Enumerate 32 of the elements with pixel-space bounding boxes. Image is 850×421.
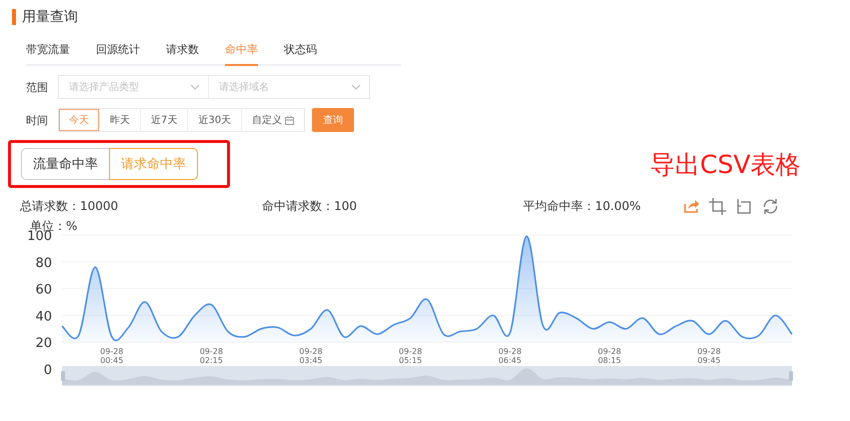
refresh-icon[interactable] xyxy=(762,198,779,214)
field-label: 范围 xyxy=(26,80,49,94)
y-axis-label: 20 xyxy=(35,336,52,352)
axis-unit-label: 单位：% xyxy=(30,218,78,233)
export-icon[interactable] xyxy=(682,198,699,214)
y-axis-label: 60 xyxy=(35,282,52,298)
title-accent-bar xyxy=(12,9,16,25)
x-axis-label: 09-28 09:45 xyxy=(697,347,721,365)
x-axis-label: 09-28 06:45 xyxy=(498,347,522,365)
x-axis-label: 09-28 02:15 xyxy=(200,347,223,365)
y-axis-label: 80 xyxy=(35,256,52,271)
page-title: 用量查询 xyxy=(22,8,78,26)
crop-back-icon[interactable] xyxy=(736,198,752,214)
stat-text: 平均命中率：10.00% xyxy=(523,198,641,214)
x-axis-label: 09-28 00:45 xyxy=(100,347,124,365)
field-label: 时间 xyxy=(26,112,49,128)
segment-button[interactable]: 流量命中率 xyxy=(21,148,109,180)
zoom-slider[interactable] xyxy=(61,366,793,386)
tab[interactable]: 请求数 xyxy=(166,42,199,66)
tab[interactable]: 状态码 xyxy=(284,42,317,66)
y-axis-label: 0 xyxy=(44,363,52,378)
stat-text: 总请求数：10000 xyxy=(20,198,120,214)
x-axis-label: 09-28 03:45 xyxy=(299,347,322,365)
stat-text: 命中请求数：100 xyxy=(262,198,358,214)
x-axis-label: 09-28 05:15 xyxy=(398,347,422,365)
crop-icon[interactable] xyxy=(708,198,726,214)
calendar-icon xyxy=(285,116,294,124)
x-axis-label: 09-28 08:15 xyxy=(598,347,622,365)
tab[interactable]: 带宽流量 xyxy=(26,42,70,66)
annotation-text: 导出CSV表格 xyxy=(650,148,800,180)
tab[interactable]: 回源统计 xyxy=(96,42,140,66)
y-axis-label: 40 xyxy=(35,309,52,324)
